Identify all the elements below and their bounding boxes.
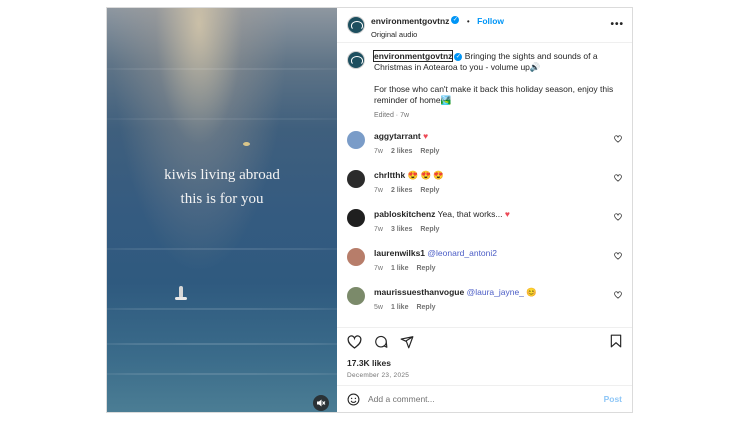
- commenter-username[interactable]: pabloskitchenz: [374, 209, 435, 219]
- comment-likes[interactable]: 2 likes: [391, 187, 412, 194]
- wave-line: [107, 68, 337, 70]
- post-button[interactable]: Post: [604, 394, 622, 404]
- comment-body: pabloskitchenz Yea, that works... ♥ 7w 3 l…: [374, 209, 622, 235]
- post-details-panel: environmentgovtnz ✓ • Follow Original aud…: [337, 8, 632, 412]
- comment-meta: 7w 2 likes Reply: [374, 146, 606, 157]
- comment-body: maurissuesthanvogue @laura_jayne_ 😊 5w 1 l…: [374, 287, 622, 313]
- commenter-avatar[interactable]: [347, 131, 365, 149]
- comment-meta: 7w 2 likes Reply: [374, 185, 606, 196]
- comment-row: laurenwilks1 @leonard_antoni2 7w 1 like Re…: [347, 248, 622, 274]
- commenter-avatar[interactable]: [347, 170, 365, 188]
- commenter-username[interactable]: aggytarrant: [374, 131, 421, 141]
- author-info: environmentgovtnz ✓ • Follow Original aud…: [371, 11, 504, 39]
- comment-emoji: 😊: [526, 287, 537, 297]
- reply-button[interactable]: Reply: [416, 304, 435, 311]
- likes-count[interactable]: 17.3K likes: [337, 356, 632, 368]
- comment-emoji: ♥: [423, 131, 429, 141]
- comment-body: aggytarrant ♥ 7w 2 likes Reply: [374, 131, 622, 157]
- more-options-icon[interactable]: •••: [610, 19, 624, 30]
- comment-emoji: ♥: [504, 209, 510, 219]
- wave-line: [107, 373, 337, 375]
- comment-icon[interactable]: [374, 335, 388, 349]
- comment-like-heart-icon[interactable]: [614, 213, 622, 221]
- verified-badge-icon: ✓: [451, 15, 460, 24]
- overlay-line-1: kiwis living abroad: [164, 167, 280, 183]
- reply-button[interactable]: Reply: [420, 187, 439, 194]
- wave-line: [107, 118, 337, 120]
- comment-text[interactable]: @leonard_antoni2: [427, 248, 497, 258]
- swimmer-figure: [243, 142, 250, 146]
- comment-likes[interactable]: 2 likes: [391, 148, 412, 155]
- mute-icon[interactable]: [313, 395, 329, 411]
- video-overlay-text: kiwis living abroad this is for you: [107, 163, 337, 211]
- caption-edited: Edited · 7w: [374, 112, 410, 119]
- comment-like-heart-icon[interactable]: [614, 135, 622, 143]
- post-date[interactable]: December 23, 2025: [337, 368, 632, 385]
- comment-meta: 7w 3 likes Reply: [374, 224, 606, 235]
- action-bar: [337, 327, 632, 356]
- reply-button[interactable]: Reply: [420, 148, 439, 155]
- comment-likes[interactable]: 1 like: [391, 304, 409, 311]
- author-username[interactable]: environmentgovtnz: [371, 16, 449, 26]
- caption-avatar[interactable]: [347, 51, 365, 69]
- comment-meta: 5w 1 like Reply: [374, 302, 606, 313]
- post-modal: kiwis living abroad this is for you envi…: [106, 7, 633, 413]
- comment-age[interactable]: 7w: [374, 148, 383, 155]
- wave-line: [107, 343, 337, 345]
- share-icon[interactable]: [400, 335, 414, 349]
- comments-list[interactable]: environmentgovtnz ✓ Bringing the sights a…: [337, 43, 632, 327]
- comment-like-heart-icon[interactable]: [614, 291, 622, 299]
- comment-age[interactable]: 7w: [374, 226, 383, 233]
- comment-age[interactable]: 7w: [374, 265, 383, 272]
- comment-row: pabloskitchenz Yea, that works... ♥ 7w 3 l…: [347, 209, 622, 235]
- verified-badge-icon: ✓: [454, 52, 463, 61]
- commenter-username[interactable]: maurissuesthanvogue: [374, 287, 464, 297]
- commenter-username[interactable]: chrltthk: [374, 170, 405, 180]
- reply-button[interactable]: Reply: [416, 265, 435, 272]
- caption-username[interactable]: environmentgovtnz: [372, 50, 454, 62]
- comment-row: maurissuesthanvogue @laura_jayne_ 😊 5w 1 l…: [347, 287, 622, 313]
- bookmark-icon[interactable]: [610, 334, 622, 348]
- comment-likes[interactable]: 3 likes: [391, 226, 412, 233]
- comment-likes[interactable]: 1 like: [391, 265, 409, 272]
- comment-row: aggytarrant ♥ 7w 2 likes Reply: [347, 131, 622, 157]
- comment-row: chrltthk 😍 😍 😍 7w 2 likes Reply: [347, 170, 622, 196]
- wave-line: [107, 308, 337, 310]
- comment-age[interactable]: 5w: [374, 304, 383, 311]
- post-header: environmentgovtnz ✓ • Follow Original aud…: [337, 8, 632, 43]
- comment-input[interactable]: Add a comment...: [368, 394, 596, 404]
- comment-like-heart-icon[interactable]: [614, 252, 622, 260]
- video-player[interactable]: kiwis living abroad this is for you: [107, 8, 337, 412]
- comment-body: laurenwilks1 @leonard_antoni2 7w 1 like Re…: [374, 248, 622, 274]
- author-avatar[interactable]: [347, 16, 365, 34]
- heart-icon[interactable]: [347, 335, 362, 349]
- caption-row: environmentgovtnz ✓ Bringing the sights a…: [347, 50, 622, 121]
- comment-body: chrltthk 😍 😍 😍 7w 2 likes Reply: [374, 170, 622, 196]
- commenter-username[interactable]: laurenwilks1: [374, 248, 425, 258]
- commenter-avatar[interactable]: [347, 287, 365, 305]
- comment-meta: 7w 1 like Reply: [374, 263, 606, 274]
- wave-line: [107, 248, 337, 250]
- follow-button[interactable]: Follow: [477, 16, 504, 26]
- separator-dot: •: [466, 17, 470, 26]
- add-comment-bar: Add a comment... Post: [337, 385, 632, 412]
- caption-text-2: For those who can't make it back this ho…: [374, 84, 614, 105]
- comment-emoji: 😍 😍 😍: [407, 170, 445, 180]
- emoji-icon[interactable]: [347, 393, 360, 406]
- paddleboard: [175, 297, 187, 300]
- overlay-line-2: this is for you: [180, 191, 264, 207]
- speaker-muted-icon: [317, 399, 326, 407]
- commenter-avatar[interactable]: [347, 209, 365, 227]
- caption-body: environmentgovtnz ✓ Bringing the sights a…: [372, 50, 622, 121]
- reply-button[interactable]: Reply: [420, 226, 439, 233]
- commenter-avatar[interactable]: [347, 248, 365, 266]
- comment-age[interactable]: 7w: [374, 187, 383, 194]
- comment-text[interactable]: @laura_jayne_: [467, 287, 524, 297]
- audio-label[interactable]: Original audio: [371, 30, 504, 39]
- comment-text: Yea, that works...: [437, 209, 503, 219]
- comment-like-heart-icon[interactable]: [614, 174, 622, 182]
